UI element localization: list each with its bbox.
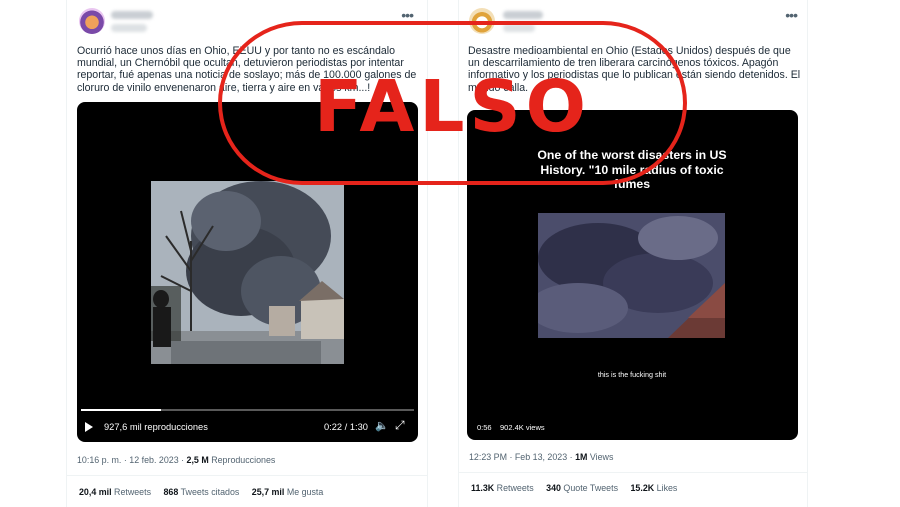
video-caption: this is the fucking shit — [597, 370, 667, 379]
quote-tweets-label: Tweets citados — [180, 487, 240, 497]
likes-label: Me gusta — [286, 487, 324, 497]
tweet-timestamp[interactable]: 12:23 PM · Feb 13, 2023 · 1M Views — [469, 452, 613, 462]
divider — [459, 472, 807, 473]
user-name-blurred[interactable] — [503, 11, 543, 19]
video-time: 0:22 / 1:30 — [324, 422, 368, 432]
retweets-stat[interactable]: 20,4 mil Retweets — [79, 487, 151, 497]
timestamp-text: 12:23 PM · Feb 13, 2023 · — [469, 452, 573, 462]
timestamp-text: 10:16 p. m. · 12 feb. 2023 · — [77, 455, 185, 465]
tweet-stats: 20,4 mil Retweets 868 Tweets citados 25,… — [79, 487, 333, 497]
likes-count: 15.2K — [630, 483, 655, 493]
likes-stat[interactable]: 15.2K Likes — [631, 483, 678, 493]
quote-tweets-count: 340 — [546, 483, 561, 493]
video-time: 0:56 — [477, 423, 492, 432]
views-count: 2,5 M — [186, 455, 209, 465]
toxic-cloud-image — [538, 213, 725, 338]
likes-label: Likes — [656, 483, 678, 493]
video-view-count: 927,6 mil reproducciones — [104, 422, 208, 432]
falso-stamp: FALSO — [218, 21, 687, 185]
retweets-label: Retweets — [496, 483, 534, 493]
tweet-timestamp[interactable]: 10:16 p. m. · 12 feb. 2023 · 2,5 M Repro… — [77, 455, 275, 465]
views-label: Reproducciones — [211, 455, 276, 465]
video-thumbnail[interactable] — [151, 181, 344, 364]
avatar[interactable] — [79, 8, 105, 34]
video-progress-fill — [81, 409, 161, 411]
quote-tweets-stat[interactable]: 340 Quote Tweets — [546, 483, 618, 493]
views-label: Views — [589, 452, 614, 462]
retweets-stat[interactable]: 11.3K Retweets — [471, 483, 534, 493]
tweet-stats: 11.3K Retweets 340 Quote Tweets 15.2K Li… — [471, 483, 687, 493]
quote-tweets-stat[interactable]: 868 Tweets citados — [164, 487, 240, 497]
retweets-count: 20,4 mil — [79, 487, 112, 497]
falso-stamp-text: FALSO — [313, 65, 592, 148]
likes-count: 25,7 mil — [251, 487, 285, 497]
fullscreen-icon[interactable]: ⤢ — [395, 418, 405, 433]
smoke-scene-image — [151, 181, 344, 364]
video-view-count: 902.4K views — [500, 423, 545, 432]
user-handle-blurred[interactable] — [111, 24, 147, 32]
more-dots-icon[interactable]: ••• — [785, 7, 798, 23]
likes-stat[interactable]: 25,7 mil Me gusta — [252, 487, 324, 497]
retweets-count: 11.3K — [471, 483, 495, 493]
quote-tweets-count: 868 — [163, 487, 179, 497]
play-icon[interactable] — [85, 422, 93, 432]
video-thumbnail[interactable] — [538, 213, 725, 338]
retweets-label: Retweets — [114, 487, 152, 497]
user-name-blurred[interactable] — [111, 11, 153, 19]
views-count: 1M — [575, 452, 588, 462]
divider — [67, 475, 427, 476]
video-progress-bar[interactable] — [81, 409, 414, 411]
quote-tweets-label: Quote Tweets — [563, 483, 619, 493]
volume-icon[interactable]: 🔈 — [375, 419, 389, 432]
